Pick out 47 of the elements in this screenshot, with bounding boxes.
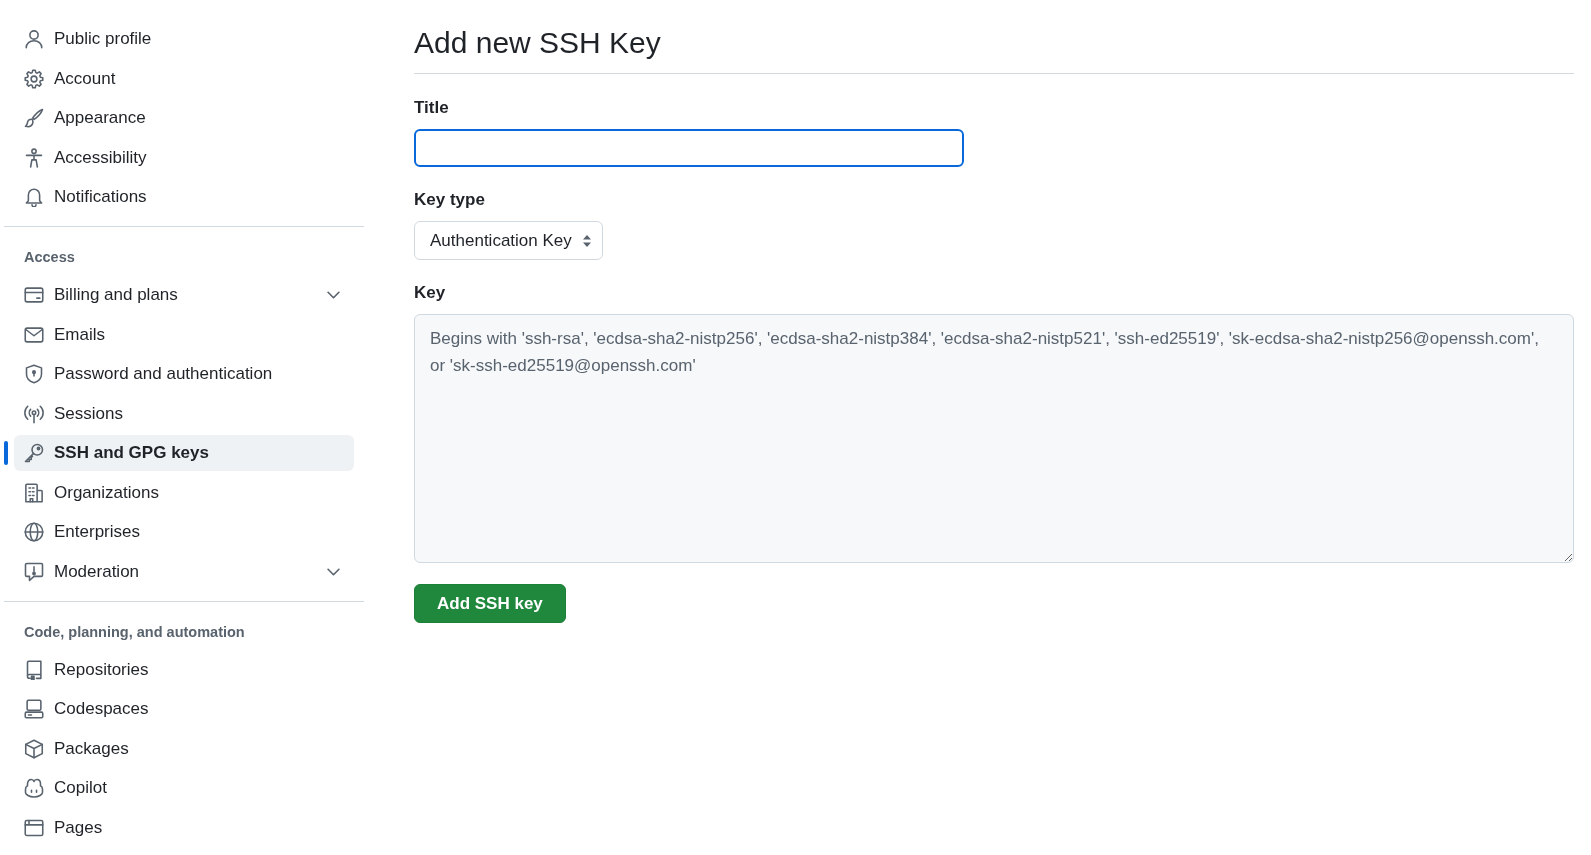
sidebar-item[interactable]: Notifications xyxy=(14,179,354,215)
person-icon xyxy=(24,29,44,49)
sidebar-item[interactable]: Account xyxy=(14,60,354,97)
field-label: Key xyxy=(414,282,446,304)
sidebar-item[interactable]: Sessions xyxy=(14,395,354,432)
accessibility-icon xyxy=(24,147,44,168)
globe-icon xyxy=(24,522,44,542)
sidebar-item[interactable]: Moderation xyxy=(14,553,354,590)
broadcast-icon xyxy=(24,403,44,424)
sidebar-item[interactable]: Password and authentication xyxy=(14,356,354,392)
field-label: Title xyxy=(414,97,449,119)
title-input[interactable] xyxy=(414,129,964,167)
alert-bubble-icon xyxy=(24,561,44,582)
sidebar-item[interactable]: Billing and plans xyxy=(14,277,354,313)
section-heading: Code, planning, and automation xyxy=(24,622,246,642)
browser-window-icon xyxy=(24,817,44,838)
key-type-select[interactable]: Authentication Key xyxy=(414,221,603,260)
sidebar-item[interactable]: Organizations xyxy=(14,474,354,511)
cube-icon xyxy=(24,738,44,759)
sidebar-item[interactable]: Public profile xyxy=(14,21,354,57)
shield-icon xyxy=(24,364,44,384)
key-textarea[interactable]: Begins with 'ssh-rsa', 'ecdsa-sha2-nistp256', 'ecdsa-sha2-nistp384', 'ecdsa-sha2-nistp521', 'ssh-ed25519', 'sk-ecdsa-sha2-nistp256@openssh.com', or 'sk-ssh-ed25519@openssh.com' xyxy=(414,314,1574,563)
sidebar-item[interactable]: Accessibility xyxy=(14,139,354,176)
envelope-icon xyxy=(24,324,44,345)
page-heading: Add new SSH Key xyxy=(414,24,1574,74)
sidebar-item[interactable]: Copilot xyxy=(14,770,354,806)
field-label: Key type xyxy=(414,189,485,211)
computer-icon xyxy=(24,699,44,719)
sidebar-item[interactable]: Emails xyxy=(14,316,354,353)
building-icon xyxy=(24,482,44,503)
paintbrush-icon xyxy=(24,108,44,128)
gear-icon xyxy=(24,68,44,89)
bell-icon xyxy=(24,187,44,207)
sidebar-item[interactable]: Pages xyxy=(14,809,354,846)
bot-icon xyxy=(24,778,44,798)
credit-card-icon xyxy=(24,285,44,305)
sidebar-item[interactable]: Enterprises xyxy=(14,514,354,550)
book-icon xyxy=(24,659,44,680)
sidebar-item[interactable]: Packages xyxy=(14,730,354,767)
sidebar-item[interactable]: Repositories xyxy=(14,651,354,688)
section-heading: Access xyxy=(24,248,76,267)
sort-arrows-icon xyxy=(582,234,591,247)
sidebar-item[interactable]: Codespaces xyxy=(14,691,354,727)
submit-button[interactable]: Add SSH key xyxy=(414,584,566,623)
key-icon xyxy=(24,443,44,463)
sidebar-item[interactable]: Appearance xyxy=(14,100,354,136)
active-indicator xyxy=(4,441,8,465)
